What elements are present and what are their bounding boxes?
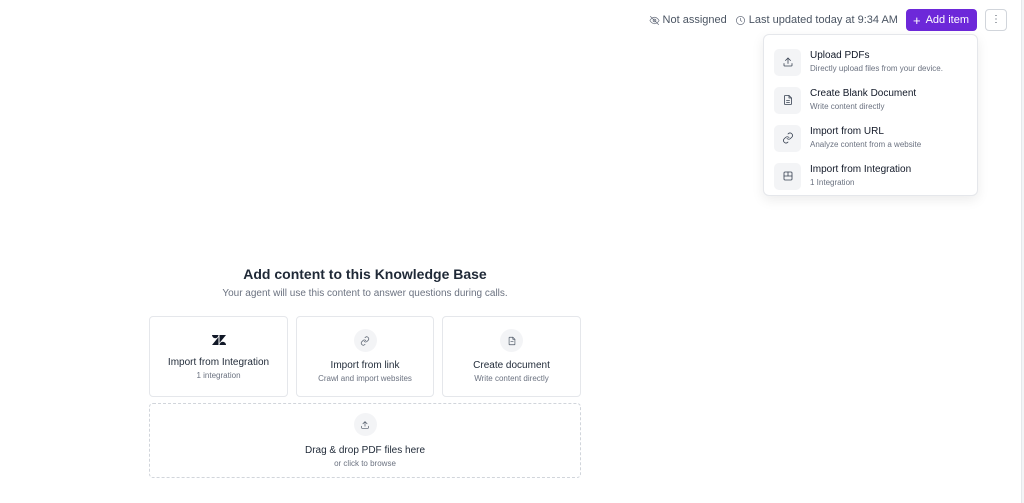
last-updated: Last updated today at 9:34 AM [735, 9, 898, 31]
add-item-label: Add item [925, 14, 969, 26]
add-item-button[interactable]: + Add item [905, 9, 977, 31]
upload-icon [774, 48, 801, 76]
menu-item-import-from-url[interactable]: Import from URL Analyze content from a w… [764, 119, 977, 157]
eye-off-icon [649, 15, 659, 25]
create-document-card[interactable]: Create document Write content directly [442, 316, 581, 397]
document-icon [500, 329, 523, 352]
assignment-label: Not assigned [662, 14, 727, 26]
plus-icon: + [912, 12, 921, 28]
import-link-card[interactable]: Import from link Crawl and import websit… [296, 316, 434, 397]
menu-item-subtitle: Analyze content from a website [810, 140, 922, 149]
card-subtitle: 1 integration [196, 371, 241, 380]
import-integration-card[interactable]: Import from Integration 1 integration [149, 316, 288, 397]
link-icon [353, 329, 377, 352]
document-icon [774, 86, 801, 114]
dropzone-subtitle: or click to browse [334, 459, 396, 468]
knowledge-base-page: Not assigned Last updated today at 9:34 … [0, 0, 1024, 503]
pdf-dropzone[interactable]: Drag & drop PDF files here or click to b… [149, 403, 581, 478]
empty-state-title: Add content to this Knowledge Base [243, 266, 487, 282]
menu-item-subtitle: Directly upload files from your device. [810, 64, 943, 73]
card-title: Import from link [330, 360, 400, 371]
card-title: Create document [473, 360, 550, 371]
menu-item-subtitle: 1 Integration [810, 178, 855, 187]
menu-item-title: Import from URL [810, 126, 884, 137]
more-vertical-icon: ⋮ [991, 14, 1001, 25]
upload-icon [353, 413, 377, 436]
card-subtitle: Write content directly [474, 374, 549, 383]
menu-item-title: Create Blank Document [810, 88, 917, 99]
menu-item-title: Upload PDFs [810, 50, 870, 61]
integration-icon [774, 162, 801, 190]
add-item-menu: Upload PDFs Directly upload files from y… [763, 34, 978, 196]
menu-item-upload-pdfs[interactable]: Upload PDFs Directly upload files from y… [764, 43, 977, 81]
menu-item-import-from-integration[interactable]: Import from Integration 1 Integration [764, 157, 977, 195]
card-subtitle: Crawl and import websites [318, 374, 412, 383]
header-toolbar: Not assigned Last updated today at 9:34 … [649, 9, 1007, 31]
last-updated-label: Last updated today at 9:34 AM [748, 14, 898, 26]
clock-icon [735, 15, 745, 25]
assignment-status[interactable]: Not assigned [649, 9, 727, 31]
card-title: Import from Integration [167, 357, 270, 368]
dropzone-title: Drag & drop PDF files here [304, 445, 426, 456]
more-options-button[interactable]: ⋮ [985, 9, 1007, 31]
zendesk-icon [211, 335, 226, 345]
menu-item-subtitle: Write content directly [810, 102, 885, 111]
empty-state-subtitle: Your agent will use this content to answ… [222, 288, 508, 299]
menu-item-title: Import from Integration [810, 164, 912, 175]
link-icon [774, 124, 801, 152]
menu-item-create-blank-document[interactable]: Create Blank Document Write content dire… [764, 81, 977, 119]
